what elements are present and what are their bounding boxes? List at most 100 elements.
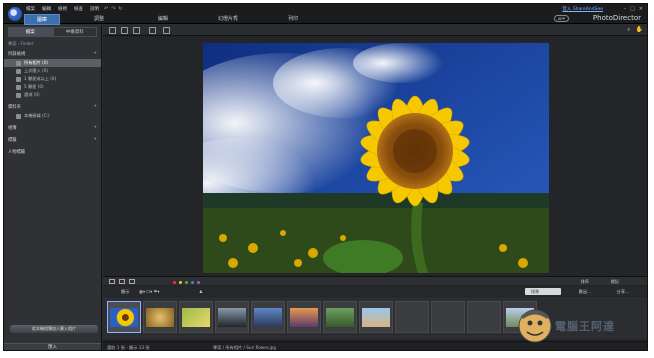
tab-adjust[interactable]: 調整 xyxy=(82,14,116,25)
tab-slideshow[interactable]: 幻燈片秀 xyxy=(206,14,250,25)
add-icon[interactable]: + xyxy=(93,125,97,131)
color-label-blue[interactable] xyxy=(191,281,194,284)
color-label-green[interactable] xyxy=(185,281,188,284)
sign-in-link[interactable]: 登入 ShareAndSee xyxy=(562,6,603,12)
tab-library[interactable]: 圖庫 xyxy=(24,14,61,25)
section-library-label: 目錄檢視 xyxy=(8,52,26,57)
thumbnail[interactable] xyxy=(215,301,249,333)
watermark: 電腦王阿達 xyxy=(517,306,637,346)
view-mode-icon[interactable] xyxy=(109,279,115,284)
import-button[interactable]: 匯入 xyxy=(4,343,101,350)
search-input[interactable]: 搜尋 xyxy=(525,288,561,295)
close-icon[interactable]: × xyxy=(639,6,643,12)
zoom-icon[interactable]: ⌕ xyxy=(627,26,630,34)
browser-toolbar: 顯示 ▦▾ ☐▾ ⚑▾ ♟ 搜尋 匯出... 分享... xyxy=(103,287,647,296)
add-icon[interactable]: + xyxy=(93,137,97,143)
maximize-icon[interactable]: □ xyxy=(630,6,635,12)
thumbnail[interactable] xyxy=(359,301,393,333)
redo-icon[interactable]: ↷ xyxy=(111,6,115,12)
menu-view[interactable]: 檢視 xyxy=(58,6,67,12)
thumbnail-image xyxy=(146,308,174,327)
view-mode-icon[interactable] xyxy=(119,279,125,284)
add-from-album-button[interactable]: 從本機相簿加入匯入相片 xyxy=(10,325,98,333)
thumbnail[interactable] xyxy=(287,301,321,333)
person-icon[interactable]: ♟ xyxy=(199,289,203,294)
thumbnail-empty[interactable] xyxy=(395,301,429,333)
thumbnail[interactable] xyxy=(143,301,177,333)
hand-icon[interactable]: ✋ xyxy=(636,26,643,34)
thumbnail-empty[interactable] xyxy=(467,301,501,333)
app-badge[interactable]: APP xyxy=(553,15,569,22)
thumbnail-image xyxy=(254,308,282,327)
file-path: 專案 / 所有相片 / Sun flower.jpg xyxy=(213,345,276,350)
view-mode-icon[interactable] xyxy=(129,279,135,284)
folder-item[interactable]: 本機磁碟 (C:) xyxy=(4,112,101,120)
export-button[interactable]: 匯出... xyxy=(579,289,591,295)
star-icon xyxy=(16,84,21,90)
refresh-icon[interactable]: ↻ xyxy=(118,6,122,12)
sunflower-photo xyxy=(203,43,549,273)
library-item-label: 所有相片 (0) xyxy=(24,60,49,65)
library-item-1-star[interactable]: 1 顆星或以上 (0) xyxy=(4,75,101,83)
drive-icon xyxy=(16,113,21,119)
library-item-label: 上次匯入 (0) xyxy=(24,68,49,73)
add-icon[interactable]: + xyxy=(93,51,97,57)
photodirector-window: 檔案 編輯 檢視 檢查 說明 ↶ ↷ ↻ 圖庫 調整 編輯 幻燈片秀 列印 登入… xyxy=(3,3,648,351)
section-people[interactable]: 人物標籤 xyxy=(4,147,101,157)
left-tabs: 檔案 中繼資料 xyxy=(8,27,97,37)
star-icon xyxy=(16,76,21,82)
left-panel: 檔案 中繼資料 專案 - Finder 目錄檢視 + 所有相片 (0) 上次匯入… xyxy=(4,25,102,350)
slideshow-icon[interactable] xyxy=(163,27,170,34)
menu-help[interactable]: 說明 xyxy=(90,6,99,12)
library-item-label: 選項 (0) xyxy=(24,92,40,97)
sort-label[interactable]: 排序 xyxy=(581,279,589,285)
history-controls: ↶ ↷ ↻ xyxy=(104,6,123,12)
color-label-purple[interactable] xyxy=(197,281,200,284)
view-label[interactable]: 顯示 xyxy=(121,289,129,295)
library-item-last-import[interactable]: 上次匯入 (0) xyxy=(4,67,101,75)
tab-print[interactable]: 列印 xyxy=(276,14,310,25)
thumbnail-image xyxy=(218,308,246,327)
library-item-all[interactable]: 所有相片 (0) xyxy=(4,59,101,67)
photo-viewer[interactable] xyxy=(203,43,549,273)
filter-icon[interactable]: ▦▾ ☐▾ ⚑▾ xyxy=(139,289,159,294)
app-logo-icon xyxy=(8,7,22,21)
thumbnail[interactable] xyxy=(107,301,141,333)
single-view-icon[interactable] xyxy=(109,27,116,34)
photos-icon xyxy=(16,60,21,66)
section-albums[interactable]: 相簿 + xyxy=(4,123,101,133)
section-folders-label: 資料夾 xyxy=(8,105,21,110)
color-label-red[interactable] xyxy=(173,281,176,284)
library-item-label: 1 顆星或以上 (0) xyxy=(24,76,57,81)
menu-file[interactable]: 檔案 xyxy=(26,6,35,12)
section-library[interactable]: 目錄檢視 + xyxy=(4,49,101,59)
section-tags[interactable]: 標籤 + xyxy=(4,135,101,145)
minimize-icon[interactable]: – xyxy=(624,6,627,12)
flag-label[interactable]: 標記 xyxy=(611,279,619,285)
rotate-icon[interactable] xyxy=(149,27,156,34)
section-folders[interactable]: 資料夾 + xyxy=(4,102,101,112)
undo-icon[interactable]: ↶ xyxy=(104,6,108,12)
compare-view-icon[interactable] xyxy=(121,27,128,34)
library-item-flagged[interactable]: 選項 (0) xyxy=(4,91,101,99)
menu-inspect[interactable]: 檢查 xyxy=(74,6,83,12)
share-button[interactable]: 分享... xyxy=(617,289,629,295)
thumbnail[interactable] xyxy=(179,301,213,333)
menu-edit[interactable]: 編輯 xyxy=(42,6,51,12)
view-tools: ⌕ ✋ xyxy=(627,26,643,34)
tab-files[interactable]: 檔案 xyxy=(8,27,53,37)
main-tabs: 圖庫 調整 編輯 幻燈片秀 列印 xyxy=(24,14,336,25)
color-label-yellow[interactable] xyxy=(179,281,182,284)
thumbnail[interactable] xyxy=(251,301,285,333)
brand-name: PhotoDirector xyxy=(592,14,641,22)
grid-view-icon[interactable] xyxy=(133,27,140,34)
thumbnail-image xyxy=(362,308,390,327)
flag-icon xyxy=(16,92,21,98)
section-albums-label: 相簿 xyxy=(8,126,17,131)
library-item-5-star[interactable]: 5 顆星 (0) xyxy=(4,83,101,91)
thumbnail-empty[interactable] xyxy=(431,301,465,333)
tab-metadata[interactable]: 中繼資料 xyxy=(52,27,97,37)
tab-edit[interactable]: 編輯 xyxy=(146,14,180,25)
thumbnail[interactable] xyxy=(323,301,357,333)
add-icon[interactable]: + xyxy=(93,104,97,110)
